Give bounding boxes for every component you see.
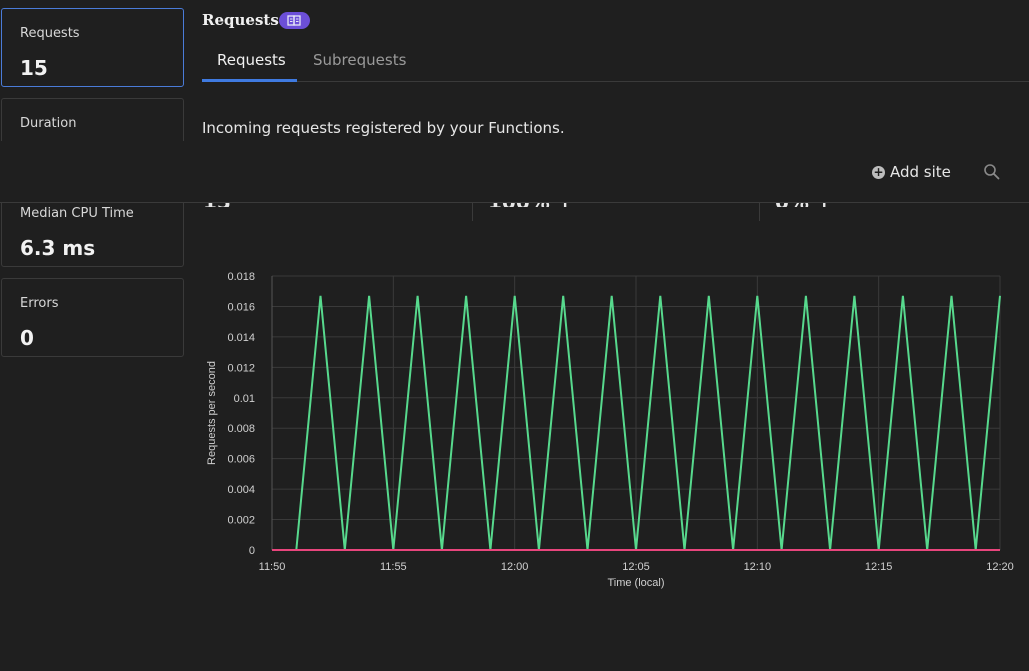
x-tick-label: 12:00: [501, 561, 529, 573]
stat-divider: [472, 203, 473, 221]
y-tick-label: 0.018: [227, 271, 255, 283]
metric-card-requests[interactable]: Requests 15: [1, 8, 184, 87]
active-tab-indicator: [202, 79, 297, 82]
stat-divider: [759, 203, 760, 221]
x-tick-label: 12:05: [622, 561, 650, 573]
y-tick-label: 0: [249, 545, 255, 557]
y-tick-label: 0.002: [227, 515, 255, 527]
x-axis-label: Time (local): [607, 577, 664, 589]
y-tick-label: 0.008: [227, 423, 255, 435]
metric-value: 6.3 ms: [20, 236, 96, 260]
y-tick-label: 0.004: [227, 484, 255, 496]
x-tick-label: 12:10: [744, 561, 772, 573]
tab-subrequests[interactable]: Subrequests: [313, 51, 406, 69]
y-axis-ticks: 0.018 0.016 0.014 0.012 0.01 0.008 0.006 0.004 0…: [227, 271, 255, 557]
x-tick-label: 11:50: [259, 561, 286, 573]
metric-label: Median CPU Time: [20, 206, 134, 221]
plus-circle-icon: +: [872, 165, 885, 179]
chart-series: [272, 295, 1001, 551]
page-title: Requests: [202, 11, 279, 29]
y-tick-label: 0.016: [227, 301, 255, 313]
y-axis-label: Requests per second: [206, 361, 218, 465]
metric-label: Requests: [20, 26, 80, 41]
add-site-button[interactable]: + Add site: [872, 163, 951, 181]
x-axis-ticks: 11:50 11:55 12:00 12:05 12:10 12:15 12:20: [259, 561, 1014, 573]
y-tick-label: 0.01: [234, 393, 255, 405]
y-tick-label: 0.012: [227, 362, 255, 374]
y-tick-label: 0.014: [227, 332, 255, 344]
metric-value: 0: [20, 326, 34, 350]
metric-card-errors[interactable]: Errors 0: [1, 278, 184, 357]
series-line-requests: [295, 295, 1001, 551]
tabs-divider: [202, 81, 1029, 82]
search-icon[interactable]: [983, 163, 1001, 181]
metric-label: Duration: [20, 116, 77, 131]
add-site-label: Add site: [890, 163, 951, 181]
x-tick-label: 11:55: [380, 561, 407, 573]
x-tick-label: 12:20: [986, 561, 1014, 573]
x-tick-label: 12:15: [865, 561, 893, 573]
metric-value: 15: [20, 56, 48, 80]
book-icon[interactable]: [279, 12, 310, 29]
metric-label: Errors: [20, 296, 59, 311]
y-tick-label: 0.006: [227, 454, 255, 466]
tab-requests[interactable]: Requests: [217, 51, 286, 69]
chart-grid: [271, 275, 1001, 551]
section-description: Incoming requests registered by your Fun…: [202, 119, 565, 137]
